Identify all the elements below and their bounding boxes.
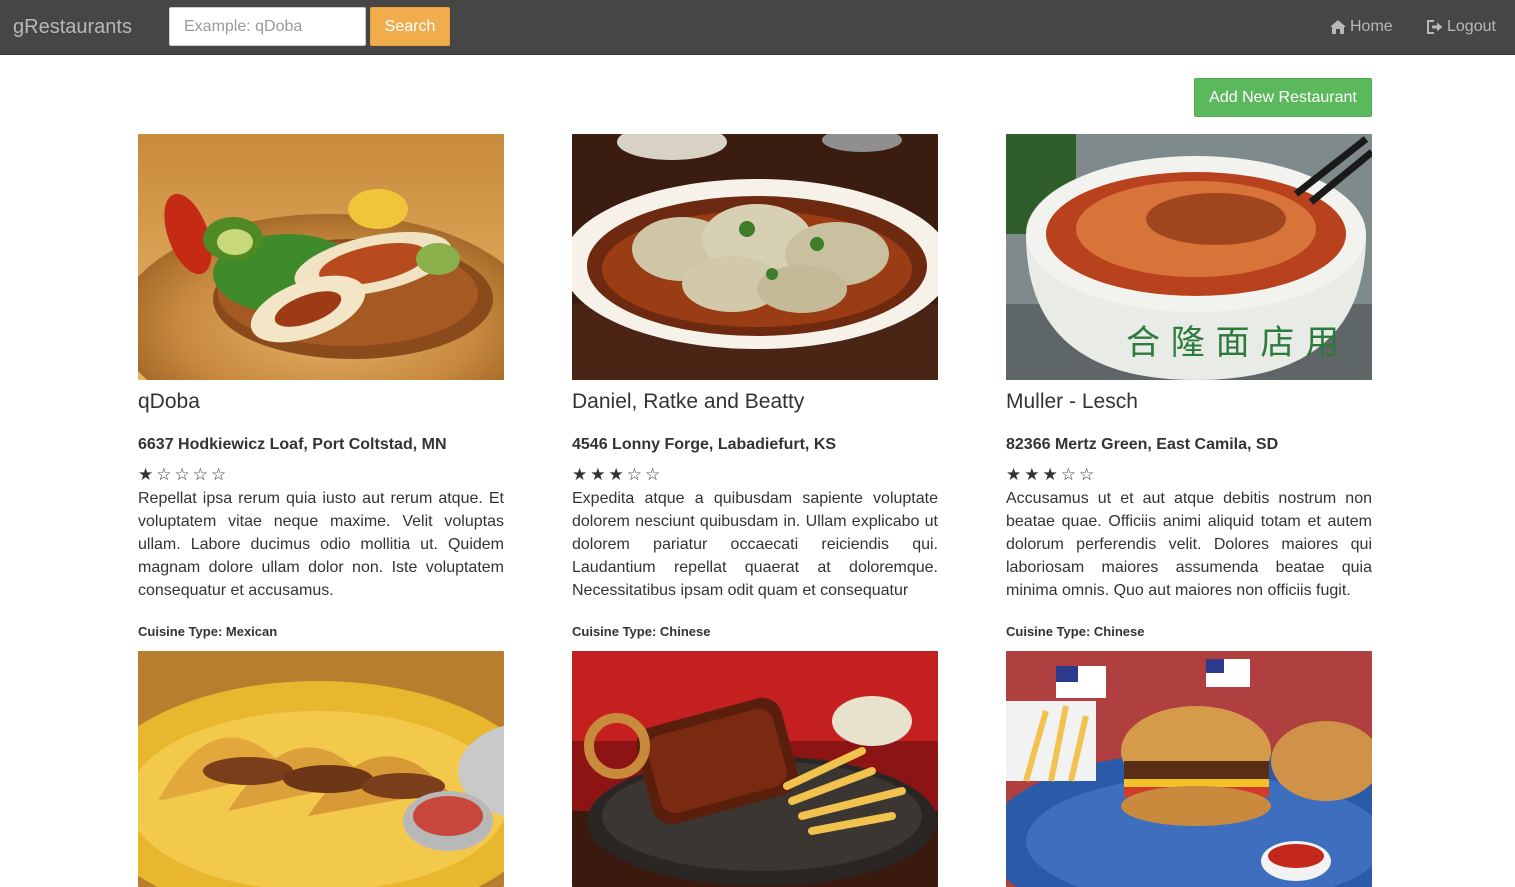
restaurant-photo[interactable] <box>138 651 504 887</box>
home-icon <box>1329 19 1347 35</box>
restaurant-address: 6637 Hodkiewicz Loaf, Port Coltstad, MN <box>138 436 447 453</box>
nav-logout-label: Logout <box>1447 18 1496 35</box>
logout-icon <box>1426 19 1444 35</box>
restaurant-photo[interactable] <box>572 651 938 887</box>
restaurant-photo[interactable] <box>572 134 938 380</box>
restaurant-name[interactable]: Daniel, Ratke and Beatty <box>572 390 804 414</box>
restaurant-photo[interactable]: 合 隆 面 店 用 <box>1006 134 1372 380</box>
restaurant-photo[interactable] <box>138 134 504 380</box>
restaurant-photo[interactable] <box>1006 651 1372 887</box>
nav-home-link[interactable]: Home <box>1329 14 1393 40</box>
svg-text:合 隆 面 店 用: 合 隆 面 店 用 <box>1126 323 1339 363</box>
add-restaurant-button[interactable]: Add New Restaurant <box>1194 78 1372 117</box>
navbar: gRestaurants Search Home Logout <box>0 0 1515 55</box>
brand-link[interactable]: gRestaurants <box>13 14 132 40</box>
restaurant-description: Expedita atque a quibusdam sapiente volu… <box>572 490 938 599</box>
nav-logout-link[interactable]: Logout <box>1426 14 1496 40</box>
cuisine-type: Cuisine Type: Chinese <box>572 624 711 639</box>
rating-stars: ★★★☆☆ <box>572 465 664 485</box>
rating-stars: ★☆☆☆☆ <box>138 465 230 485</box>
restaurant-name[interactable]: Muller - Lesch <box>1006 390 1138 414</box>
rating-stars: ★★★☆☆ <box>1006 465 1098 485</box>
restaurant-name[interactable]: qDoba <box>138 390 200 414</box>
restaurant-address: 82366 Mertz Green, East Camila, SD <box>1006 436 1279 453</box>
cuisine-type: Cuisine Type: Chinese <box>1006 624 1145 639</box>
cuisine-type: Cuisine Type: Mexican <box>138 624 278 639</box>
nav-home-label: Home <box>1350 18 1393 35</box>
restaurant-description: Accusamus ut et aut atque debitis nostru… <box>1006 490 1372 599</box>
restaurant-address: 4546 Lonny Forge, Labadiefurt, KS <box>572 436 837 453</box>
search-input[interactable] <box>169 7 366 46</box>
search-button[interactable]: Search <box>370 7 450 46</box>
restaurant-description: Repellat ipsa rerum quia iusto aut rerum… <box>138 490 504 599</box>
